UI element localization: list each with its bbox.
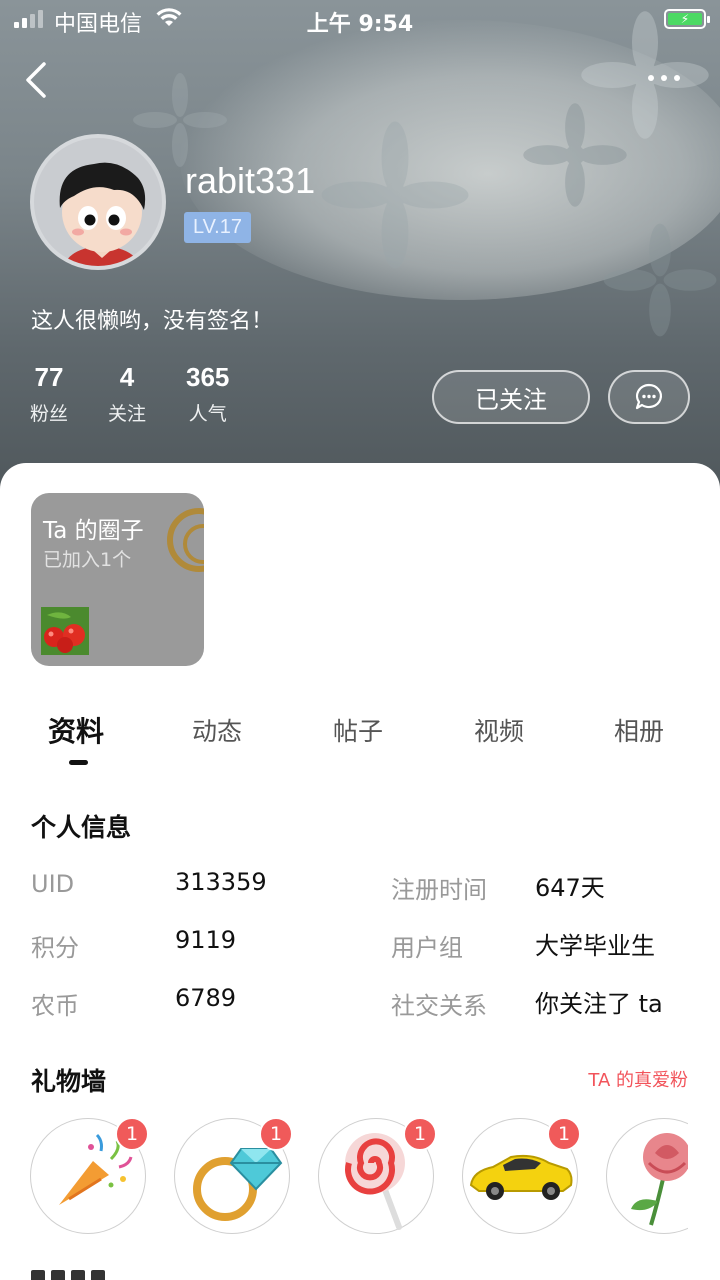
username: rabit331 — [185, 160, 316, 201]
stat-fans-count: 77 — [34, 362, 64, 392]
info-value-points: 9119 — [175, 926, 237, 954]
gift-count-badge: 1 — [259, 1117, 293, 1151]
tab-profile[interactable]: 资料 — [48, 710, 104, 750]
personal-info-title: 个人信息 — [31, 813, 132, 842]
circle-thumbnail[interactable] — [41, 607, 89, 655]
info-label-user-group: 用户组 — [391, 934, 463, 962]
gift-rose[interactable] — [606, 1118, 688, 1234]
tab-videos[interactable]: 视频 — [474, 712, 524, 748]
info-value-user-group: 大学毕业生 — [535, 932, 655, 960]
circle-card[interactable]: Ta 的圈子 已加入1个 — [31, 493, 204, 666]
info-value-relationship: 你关注了 ta — [535, 990, 663, 1018]
stat-following-label: 关注 — [108, 403, 147, 425]
info-label-uid: UID — [31, 870, 75, 898]
more-options-icon[interactable] — [648, 75, 680, 81]
gift-count-badge: 1 — [403, 1117, 437, 1151]
info-label-register-time: 注册时间 — [391, 876, 487, 904]
circle-card-title: Ta 的圈子 — [43, 518, 144, 544]
stat-fans-label: 粉丝 — [30, 403, 69, 425]
tab-posts[interactable]: 帖子 — [333, 712, 383, 748]
info-label-points: 积分 — [31, 934, 79, 962]
status-time: 上午 9:54 — [306, 12, 414, 37]
tab-albums[interactable]: 相册 — [614, 712, 664, 748]
true-fans-link[interactable]: TA 的真爱粉 — [588, 1066, 688, 1092]
stat-popularity-count: 365 — [186, 362, 230, 392]
info-label-coins: 农币 — [31, 992, 79, 1020]
chat-bubble-icon — [635, 383, 662, 410]
tab-activity[interactable]: 动态 — [192, 712, 242, 748]
info-value-coins: 6789 — [175, 984, 237, 1012]
gift-rose-clip — [606, 1118, 688, 1236]
gift-diamond-ring[interactable]: 1 — [174, 1117, 293, 1234]
gift-lollipop[interactable]: 1 — [318, 1117, 437, 1234]
gift-wall-title: 礼物墙 — [31, 1067, 107, 1096]
stat-popularity[interactable]: 365 人气 — [186, 362, 229, 426]
message-button[interactable] — [608, 370, 690, 424]
signature: 这人很懒哟，没有签名！ — [31, 309, 274, 334]
info-value-uid: 313359 — [175, 868, 267, 896]
stat-fans[interactable]: 77 粉丝 — [30, 362, 68, 426]
stat-popularity-label: 人气 — [188, 403, 227, 425]
cherries-icon — [41, 607, 89, 655]
status-bar: 中国电信 上午 9:54 ⚡ — [0, 0, 720, 40]
flower-decoration — [321, 121, 469, 269]
flower-decoration — [603, 223, 717, 337]
back-icon[interactable] — [22, 60, 52, 100]
gift-party-popper[interactable]: 1 — [30, 1117, 149, 1234]
stat-following[interactable]: 4 关注 — [108, 362, 146, 426]
stat-following-count: 4 — [119, 362, 135, 392]
level-badge: LV.17 — [184, 212, 251, 243]
active-tab-indicator — [69, 760, 88, 765]
circle-logo-icon — [167, 508, 204, 572]
avatar[interactable] — [30, 134, 166, 270]
info-value-register-time: 647天 — [535, 874, 605, 902]
flower-decoration — [523, 103, 627, 207]
following-button[interactable]: 已关注 — [432, 370, 590, 424]
gift-sports-car[interactable]: 1 — [462, 1117, 581, 1234]
rose-icon — [631, 1133, 688, 1226]
next-section-title-peek — [31, 1270, 191, 1280]
battery-icon: ⚡ — [664, 9, 710, 29]
gift-count-badge: 1 — [547, 1117, 581, 1151]
gift-count-badge: 1 — [115, 1117, 149, 1151]
circle-card-subtitle: 已加入1个 — [43, 549, 132, 571]
info-label-relationship: 社交关系 — [391, 992, 487, 1020]
